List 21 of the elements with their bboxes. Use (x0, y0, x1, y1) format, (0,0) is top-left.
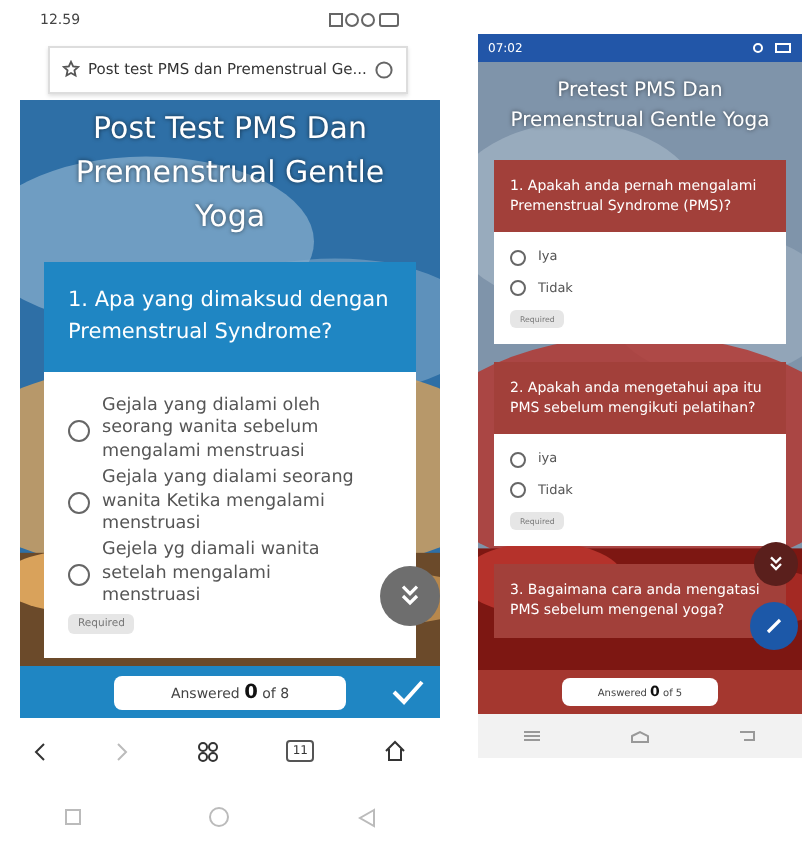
radio-button[interactable] (68, 564, 90, 587)
question-title: 1. Apa yang dimaksud dengan Premenstrual Syndrome? (44, 262, 416, 372)
check-icon[interactable] (392, 678, 424, 707)
option-label: Gejala yang dialami oleh seorang wanita sebelum mengalami menstruasi (102, 395, 323, 465)
radio-button[interactable] (510, 482, 526, 499)
radio-button[interactable] (68, 419, 90, 442)
radio-button[interactable] (510, 451, 526, 468)
answer-option[interactable]: Gejala yang dialami oleh seorang wanita sebelum mengalami menstruasi (68, 395, 356, 465)
menu-button[interactable] (197, 741, 218, 762)
reload-icon[interactable] (374, 59, 395, 80)
answer-option[interactable]: Gejela yg diamali wanita setelah mengalami menstruasi (68, 540, 356, 610)
radio-button[interactable] (510, 279, 526, 296)
form-title: Pretest PMS Dan Premenstrual Gentle Yoga (508, 78, 772, 135)
double-chevron-icon (396, 582, 424, 611)
double-chevron-icon (766, 554, 786, 574)
form-title: Post Test PMS Dan Premenstrual Gentle Yoga (73, 108, 387, 238)
radio-button[interactable] (68, 491, 90, 514)
option-label: Gejela yg diamali wanita setelah mengalami menstruasi (102, 540, 322, 610)
radio-button[interactable] (510, 249, 526, 265)
pencil-icon (764, 616, 784, 636)
star-icon (62, 60, 80, 79)
